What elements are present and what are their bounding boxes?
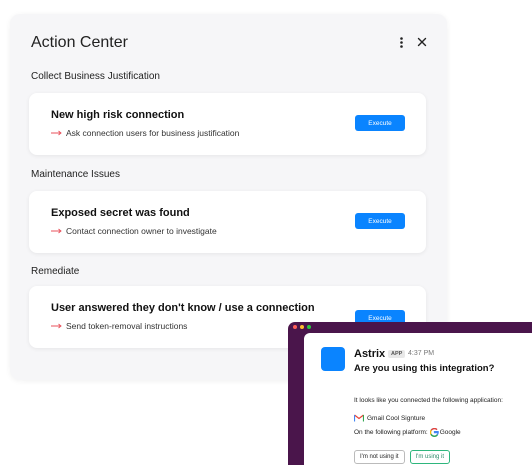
more-vertical-icon[interactable] bbox=[395, 34, 407, 50]
minimize-dot-icon[interactable] bbox=[300, 325, 304, 329]
app-name: Astrix bbox=[354, 348, 386, 360]
platform-name: Google bbox=[439, 429, 461, 436]
message-question: Are you using this integration? bbox=[354, 363, 495, 374]
maximize-dot-icon[interactable] bbox=[307, 325, 311, 329]
section-label-justification: Collect Business Justification bbox=[31, 71, 160, 82]
google-icon bbox=[429, 428, 439, 437]
panel-title: Action Center bbox=[31, 34, 128, 51]
section-label-remediate: Remediate bbox=[31, 266, 80, 277]
message-timestamp: 4:37 PM bbox=[408, 350, 435, 357]
slack-message-body: Astrix APP 4:37 PM Are you using this in… bbox=[304, 333, 532, 465]
card-subtitle: Contact connection owner to investigate bbox=[51, 226, 217, 236]
section-label-maintenance: Maintenance Issues bbox=[31, 169, 120, 180]
card-title: User answered they don't know / use a co… bbox=[51, 302, 315, 314]
card-title: Exposed secret was found bbox=[51, 207, 190, 219]
card-title: New high risk connection bbox=[51, 109, 185, 121]
app-avatar bbox=[321, 347, 345, 371]
slack-message-window: Astrix APP 4:37 PM Are you using this in… bbox=[288, 322, 532, 465]
application-name: Gmail Cool Signture bbox=[367, 414, 426, 422]
arrow-right-icon bbox=[51, 228, 62, 234]
not-using-button[interactable]: I'm not using it bbox=[354, 450, 405, 464]
card-subtitle-text: Contact connection owner to investigate bbox=[66, 226, 217, 236]
message-line: It looks like you connected the followin… bbox=[354, 397, 503, 404]
card-subtitle-text: Send token-removal instructions bbox=[66, 321, 188, 331]
app-badge: APP bbox=[388, 350, 406, 358]
close-dot-icon[interactable] bbox=[293, 325, 297, 329]
arrow-right-icon bbox=[51, 130, 62, 136]
platform-label: On the following platform: bbox=[354, 429, 428, 436]
close-icon[interactable] bbox=[415, 35, 429, 49]
card-subtitle: Send token-removal instructions bbox=[51, 321, 187, 331]
using-button[interactable]: I'm using it bbox=[409, 450, 450, 464]
window-controls bbox=[293, 325, 311, 329]
application-item: Gmail Cool Signture bbox=[354, 414, 425, 422]
platform-line: On the following platform: Google bbox=[354, 428, 461, 437]
action-card-exposed-secret: Exposed secret was found Contact connect… bbox=[29, 191, 426, 253]
response-buttons: I'm not using it I'm using it bbox=[354, 450, 450, 464]
gmail-icon bbox=[354, 414, 364, 422]
execute-button[interactable]: Execute bbox=[355, 115, 405, 131]
action-card-high-risk: New high risk connection Ask connection … bbox=[29, 93, 426, 155]
execute-button[interactable]: Execute bbox=[355, 213, 405, 229]
card-subtitle-text: Ask connection users for business justif… bbox=[66, 128, 240, 138]
arrow-right-icon bbox=[51, 323, 62, 329]
card-subtitle: Ask connection users for business justif… bbox=[51, 128, 239, 138]
